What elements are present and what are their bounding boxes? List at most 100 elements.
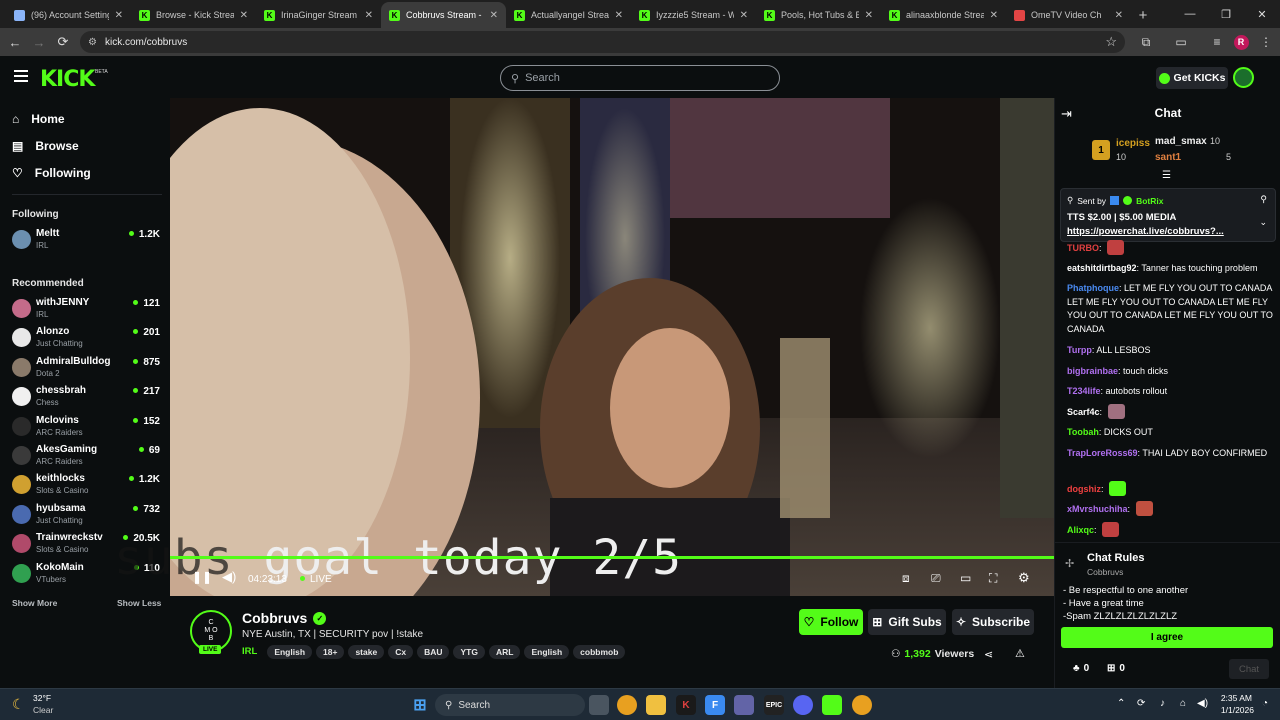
report-icon[interactable]: ⚠ <box>1015 647 1025 660</box>
browser-tab[interactable]: K Browse - Kick Stream ✕ <box>131 2 256 28</box>
profile-avatar[interactable]: R <box>1229 28 1253 56</box>
stream-tag[interactable]: ARL <box>488 645 521 659</box>
category-link[interactable]: IRL <box>242 646 257 657</box>
stream-tag[interactable]: English <box>267 645 313 659</box>
nav-browse[interactable]: ▤ Browse <box>12 139 79 153</box>
browser-tab[interactable]: K Pools, Hot Tubs & Bik ✕ <box>756 2 881 28</box>
clip-icon[interactable]: ⎚ <box>931 571 941 586</box>
browser-menu-icon[interactable]: ⋮ <box>1254 28 1278 56</box>
search-input[interactable]: ⚲ Search <box>500 65 780 91</box>
stream-tag[interactable]: YTG <box>453 645 485 659</box>
expand-chevron-icon[interactable]: ⌄ <box>1259 217 1267 228</box>
get-kicks-button[interactable]: Get KICKs <box>1156 67 1228 89</box>
task-view-icon[interactable] <box>589 695 609 715</box>
chrome-profile-icon[interactable] <box>852 695 872 715</box>
sidebar-channel[interactable]: Alonzo Just Chatting 201 <box>12 324 160 352</box>
sidebar-channel[interactable]: hyubsama Just Chatting 732 <box>12 501 160 529</box>
top-gifter-name[interactable]: icepiss <box>1116 138 1150 149</box>
clock-date[interactable]: 1/1/2026 <box>1214 705 1254 715</box>
sidebar-channel[interactable]: AdmiralBulldog Dota 2 875 <box>12 354 160 382</box>
stream-tag[interactable]: BAU <box>417 645 450 659</box>
chat-username[interactable]: Turpp <box>1067 345 1092 355</box>
theater-mode-icon[interactable]: ▭ <box>960 571 971 585</box>
browser-tab[interactable]: Kalinaaxblonde Stream ✕ <box>881 2 1006 28</box>
chat-username[interactable]: Toobah <box>1067 427 1099 437</box>
network-icon[interactable]: ⌂ <box>1180 698 1186 709</box>
extensions-icon[interactable]: ⧉ <box>1134 28 1158 56</box>
tray-icon[interactable]: ⟳ <box>1137 698 1145 709</box>
stream-tag[interactable]: Cx <box>388 645 414 659</box>
cast-icon[interactable]: ▭ <box>1169 28 1193 56</box>
settings-gear-icon[interactable]: ⚙ <box>1018 570 1030 586</box>
chat-username[interactable]: T234life <box>1067 386 1101 396</box>
browser-tab[interactable]: K Cobbruvs Stream - Wa ✕ <box>381 2 506 28</box>
kicks-counter[interactable]: ♣ 0 <box>1073 663 1089 674</box>
stream-tag[interactable]: English <box>524 645 570 659</box>
kick-logo[interactable]: KICK <box>40 67 95 92</box>
follow-button[interactable]: ♡ Follow <box>799 609 863 635</box>
unpin-icon[interactable]: ⚲ <box>1260 194 1267 205</box>
miniplayer-icon[interactable]: ⧈ <box>902 571 910 586</box>
close-tab-icon[interactable]: ✕ <box>115 10 123 21</box>
epic-games-icon[interactable]: EPIC <box>764 695 784 715</box>
browser-tab[interactable]: OmeTV Video Ch ✕ <box>1006 2 1131 28</box>
minimize-icon[interactable]: — <box>1172 0 1208 28</box>
show-more-link[interactable]: Show More <box>12 598 57 608</box>
chat-username[interactable]: Phatphoque <box>1067 283 1119 293</box>
close-tab-icon[interactable]: ✕ <box>1115 10 1123 21</box>
app-icon[interactable]: F <box>705 695 725 715</box>
app-icon[interactable]: K <box>676 695 696 715</box>
discord-icon[interactable] <box>793 695 813 715</box>
site-info-icon[interactable]: ⚙ <box>88 37 97 48</box>
chat-username[interactable]: Scarf4c <box>1067 407 1100 417</box>
pause-icon[interactable]: ❚❚ <box>192 570 212 584</box>
browser-tab[interactable]: K IrinaGinger Stream - W ✕ <box>256 2 381 28</box>
teams-icon[interactable] <box>734 695 754 715</box>
channel-name[interactable]: Cobbruvs <box>242 610 307 626</box>
close-tab-icon[interactable]: ✕ <box>990 10 998 21</box>
browser-tab[interactable]: K Iyzzzie5 Stream - Wat ✕ <box>631 2 756 28</box>
start-windows-icon[interactable]: ⊞ <box>410 695 430 715</box>
video-player[interactable] <box>170 98 1054 596</box>
microphone-icon[interactable]: ♪ <box>1160 698 1165 709</box>
agree-button[interactable]: I agree <box>1061 627 1273 648</box>
volume-icon[interactable]: ◀) <box>222 569 236 585</box>
stream-tag[interactable]: cobbmob <box>573 645 626 659</box>
clock-time[interactable]: 2:35 AM <box>1216 693 1252 703</box>
chat-username[interactable]: bigbrainbae <box>1067 366 1118 376</box>
media-icon[interactable]: ≡ <box>1205 28 1229 56</box>
sidebar-channel[interactable]: Meltt IRL 1.2K <box>12 226 160 254</box>
chat-username[interactable]: eatshitdirtbag92 <box>1067 263 1137 273</box>
pinned-link[interactable]: https://powerchat.live/cobbruvs?... <box>1067 226 1224 237</box>
stream-tag[interactable]: 18+ <box>316 645 345 659</box>
subscribe-button[interactable]: ✧ Subscribe <box>952 609 1034 635</box>
chat-username[interactable]: TURBO <box>1067 243 1099 253</box>
send-chat-button[interactable]: Chat <box>1229 659 1269 679</box>
close-tab-icon[interactable]: ✕ <box>490 10 498 21</box>
maximize-icon[interactable]: ❐ <box>1208 0 1244 28</box>
stream-tag[interactable]: stake <box>348 645 385 659</box>
chrome-icon[interactable] <box>617 695 637 715</box>
volume-icon[interactable]: ◀) <box>1197 698 1208 709</box>
chat-username[interactable]: Alixqc <box>1067 525 1094 535</box>
close-tab-icon[interactable]: ✕ <box>365 10 373 21</box>
show-less-link[interactable]: Show Less <box>117 598 161 608</box>
file-explorer-icon[interactable] <box>646 695 666 715</box>
pinned-message[interactable]: ⚲ Sent by BotRix ⚲ TTS $2.00 | $5.00 MED… <box>1060 188 1276 242</box>
browser-tab[interactable]: (96) Account Settings ✕ <box>6 2 131 28</box>
sidebar-channel[interactable]: AkesGaming ARC Raiders 69 <box>12 442 160 470</box>
gift-counter[interactable]: ⊞ 0 <box>1107 663 1125 674</box>
leaderboard-toggle-icon[interactable]: ☰ <box>1162 170 1171 181</box>
close-tab-icon[interactable]: ✕ <box>240 10 248 21</box>
address-bar[interactable]: ⚙ kick.com/cobbruvs ☆ <box>80 31 1125 53</box>
sidebar-channel[interactable]: keithlocks Slots & Casino 1.2K <box>12 471 160 499</box>
bot-name[interactable]: BotRix <box>1136 196 1163 206</box>
taskbar-search[interactable]: ⚲ Search <box>435 694 585 716</box>
sidebar-channel[interactable]: Mclovins ARC Raiders 152 <box>12 413 160 441</box>
nav-following[interactable]: ♡ Following <box>12 166 91 180</box>
chat-username[interactable]: xMvrshuchiha <box>1067 504 1128 514</box>
forward-icon[interactable]: → <box>27 30 51 54</box>
sidebar-channel[interactable]: chessbrah Chess 217 <box>12 383 160 411</box>
close-tab-icon[interactable]: ✕ <box>615 10 623 21</box>
browser-tab[interactable]: K ActuallyangeI Stream ✕ <box>506 2 631 28</box>
